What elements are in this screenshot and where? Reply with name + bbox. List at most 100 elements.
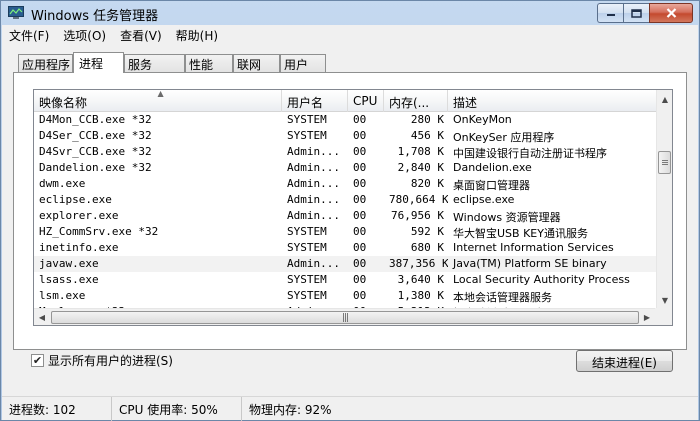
cell-image-name: D4Mon_CCB.exe *32 bbox=[39, 113, 152, 126]
menu-options[interactable]: 选项(O) bbox=[56, 25, 113, 44]
cell-cpu: 00 bbox=[353, 193, 367, 206]
table-row[interactable]: D4Mon_CCB.exe *32 SYSTEM 00 280 K OnKeyMon bbox=[34, 112, 659, 128]
end-process-button[interactable]: 结束进程(E) bbox=[576, 350, 673, 372]
scroll-down-button[interactable]: ▼ bbox=[657, 292, 672, 308]
maximize-icon bbox=[631, 8, 642, 18]
cell-cpu: 00 bbox=[353, 209, 367, 222]
cell-description: Local Security Authority Process bbox=[453, 273, 630, 286]
close-icon bbox=[666, 8, 676, 18]
table-row[interactable]: explorer.exe Admin... 00 76,956 K Windows 资源… bbox=[34, 208, 659, 224]
cell-description: Java(TM) Platform SE binary bbox=[453, 257, 607, 270]
cell-user-name: SYSTEM bbox=[287, 273, 327, 286]
tab-services[interactable]: 服务 bbox=[124, 54, 185, 72]
cell-user-name: SYSTEM bbox=[287, 241, 327, 254]
tab-applications[interactable]: 应用程序 bbox=[18, 54, 73, 72]
task-manager-app-icon bbox=[8, 6, 24, 19]
tab-users[interactable]: 用户 bbox=[280, 54, 326, 72]
cell-image-name: dwm.exe bbox=[39, 177, 86, 190]
cell-user-name: SYSTEM bbox=[287, 113, 327, 126]
thumb-grip-icon: ||| bbox=[341, 312, 349, 323]
cell-image-name: explorer.exe bbox=[39, 209, 119, 222]
cell-description: 中国建设银行自动注册证书程序 bbox=[453, 147, 607, 160]
cell-description: 华大智宝USB KEY通讯服务 bbox=[453, 227, 588, 240]
cell-cpu: 00 bbox=[353, 273, 367, 286]
menu-file[interactable]: 文件(F) bbox=[2, 25, 56, 44]
scroll-right-button[interactable]: ▶ bbox=[639, 309, 655, 325]
process-list[interactable]: ▲ 映像名称 用户名 CPU 内存(... 描述 D4Mon_CCB.exe *… bbox=[33, 89, 673, 326]
cell-user-name: SYSTEM bbox=[287, 129, 327, 142]
cell-image-name: HZ_CommSrv.exe *32 bbox=[39, 225, 159, 238]
scroll-left-button[interactable]: ◀ bbox=[34, 309, 50, 325]
cell-description: 桌面窗口管理器 bbox=[453, 179, 530, 192]
cell-memory: 387,356 K bbox=[389, 257, 448, 270]
show-all-users-label: 显示所有用户的进程(S) bbox=[48, 354, 173, 368]
vertical-scroll-thumb[interactable] bbox=[658, 151, 671, 174]
scroll-up-button[interactable]: ▲ bbox=[657, 91, 672, 107]
table-row[interactable]: dwm.exe Admin... 00 820 K 桌面窗口管理器 bbox=[34, 176, 659, 192]
table-row[interactable]: D4Svr_CCB.exe *32 Admin... 00 1,708 K 中国建设银行… bbox=[34, 144, 659, 160]
table-row[interactable]: D4Ser_CCB.exe *32 SYSTEM 00 456 K OnKeySer 应… bbox=[34, 128, 659, 144]
arrow-left-icon: ◀ bbox=[38, 312, 46, 322]
cell-image-name: javaw.exe bbox=[39, 257, 99, 270]
column-memory-label: 内存(... bbox=[389, 96, 430, 110]
process-rows: D4Mon_CCB.exe *32 SYSTEM 00 280 K OnKeyMon D4… bbox=[34, 112, 659, 325]
cell-user-name: Admin... bbox=[287, 193, 340, 206]
table-row[interactable]: lsass.exe SYSTEM 00 3,640 K Local Security A… bbox=[34, 272, 659, 288]
column-memory[interactable]: 内存(... bbox=[384, 90, 448, 112]
cell-cpu: 00 bbox=[353, 177, 367, 190]
window-title: Windows 任务管理器 bbox=[31, 9, 159, 24]
column-image-name-label: 映像名称 bbox=[39, 96, 88, 110]
checkmark-icon: ✔ bbox=[32, 354, 43, 367]
minimize-button[interactable] bbox=[597, 3, 623, 23]
cell-cpu: 00 bbox=[353, 129, 367, 142]
table-row[interactable]: javaw.exe Admin... 00 387,356 K Java(TM) Pla… bbox=[34, 256, 659, 272]
arrow-up-icon: ▲ bbox=[661, 94, 669, 104]
table-row[interactable]: inetinfo.exe SYSTEM 00 680 K Internet Inform… bbox=[34, 240, 659, 256]
cell-user-name: Admin... bbox=[287, 161, 340, 174]
column-cpu[interactable]: CPU bbox=[348, 90, 384, 112]
column-description[interactable]: 描述 bbox=[448, 90, 659, 112]
cell-memory: 280 K bbox=[410, 113, 444, 126]
maximize-button[interactable] bbox=[623, 3, 649, 23]
cell-image-name: D4Svr_CCB.exe *32 bbox=[39, 145, 152, 158]
cell-image-name: inetinfo.exe bbox=[39, 241, 119, 254]
vertical-scrollbar[interactable]: ▲ ▼ bbox=[656, 90, 672, 309]
menu-view[interactable]: 查看(V) bbox=[113, 25, 169, 44]
horizontal-scroll-thumb[interactable]: ||| bbox=[51, 311, 639, 324]
menu-help[interactable]: 帮助(H) bbox=[169, 25, 225, 44]
table-row[interactable]: HZ_CommSrv.exe *32 SYSTEM 00 592 K 华大智宝USB K… bbox=[34, 224, 659, 240]
minimize-icon bbox=[606, 14, 615, 16]
column-cpu-label: CPU bbox=[353, 94, 378, 108]
cell-image-name: lsass.exe bbox=[39, 273, 99, 286]
cell-user-name: SYSTEM bbox=[287, 289, 327, 302]
status-memory: 物理内存: 92% bbox=[249, 403, 332, 417]
client-area: 应用程序 进程 服务 性能 联网 用户 ▲ 映像名称 用户名 CPU 内存(..… bbox=[2, 44, 698, 396]
table-row[interactable]: lsm.exe SYSTEM 00 1,380 K 本地会话管理器服务 bbox=[34, 288, 659, 304]
close-button[interactable] bbox=[649, 3, 693, 23]
status-cpu-usage: CPU 使用率: 50% bbox=[112, 397, 242, 421]
column-description-label: 描述 bbox=[453, 96, 478, 110]
status-process-count: 进程数: 102 bbox=[2, 397, 112, 421]
show-all-users-checkbox[interactable]: ✔ bbox=[31, 354, 44, 367]
cell-memory: 1,708 K bbox=[397, 145, 444, 158]
cell-cpu: 00 bbox=[353, 225, 367, 238]
cell-user-name: Admin... bbox=[287, 209, 340, 222]
column-user-name[interactable]: 用户名 bbox=[282, 90, 348, 112]
table-row[interactable]: Dandelion.exe *32 Admin... 00 2,840 K Dandel… bbox=[34, 160, 659, 176]
cell-memory: 3,640 K bbox=[397, 273, 444, 286]
show-all-users-option[interactable]: ✔ 显示所有用户的进程(S) bbox=[31, 352, 173, 369]
column-image-name[interactable]: ▲ 映像名称 bbox=[34, 90, 282, 112]
tab-processes[interactable]: 进程 bbox=[73, 52, 124, 73]
horizontal-scrollbar[interactable]: ◀ ||| ▶ bbox=[34, 308, 672, 325]
title-bar[interactable]: Windows 任务管理器 bbox=[1, 1, 699, 25]
processes-panel: ▲ 映像名称 用户名 CPU 内存(... 描述 D4Mon_CCB.exe *… bbox=[13, 72, 687, 350]
table-row[interactable]: eclipse.exe Admin... 00 780,664 K eclipse.ex… bbox=[34, 192, 659, 208]
cell-memory: 780,664 K bbox=[389, 193, 448, 206]
cell-image-name: D4Ser_CCB.exe *32 bbox=[39, 129, 152, 142]
sort-ascending-icon: ▲ bbox=[157, 90, 164, 98]
tab-networking[interactable]: 联网 bbox=[233, 54, 280, 72]
list-header: ▲ 映像名称 用户名 CPU 内存(... 描述 bbox=[34, 90, 659, 112]
cell-memory: 456 K bbox=[410, 129, 444, 142]
tab-performance[interactable]: 性能 bbox=[185, 54, 233, 72]
cell-description: Internet Information Services bbox=[453, 241, 614, 254]
